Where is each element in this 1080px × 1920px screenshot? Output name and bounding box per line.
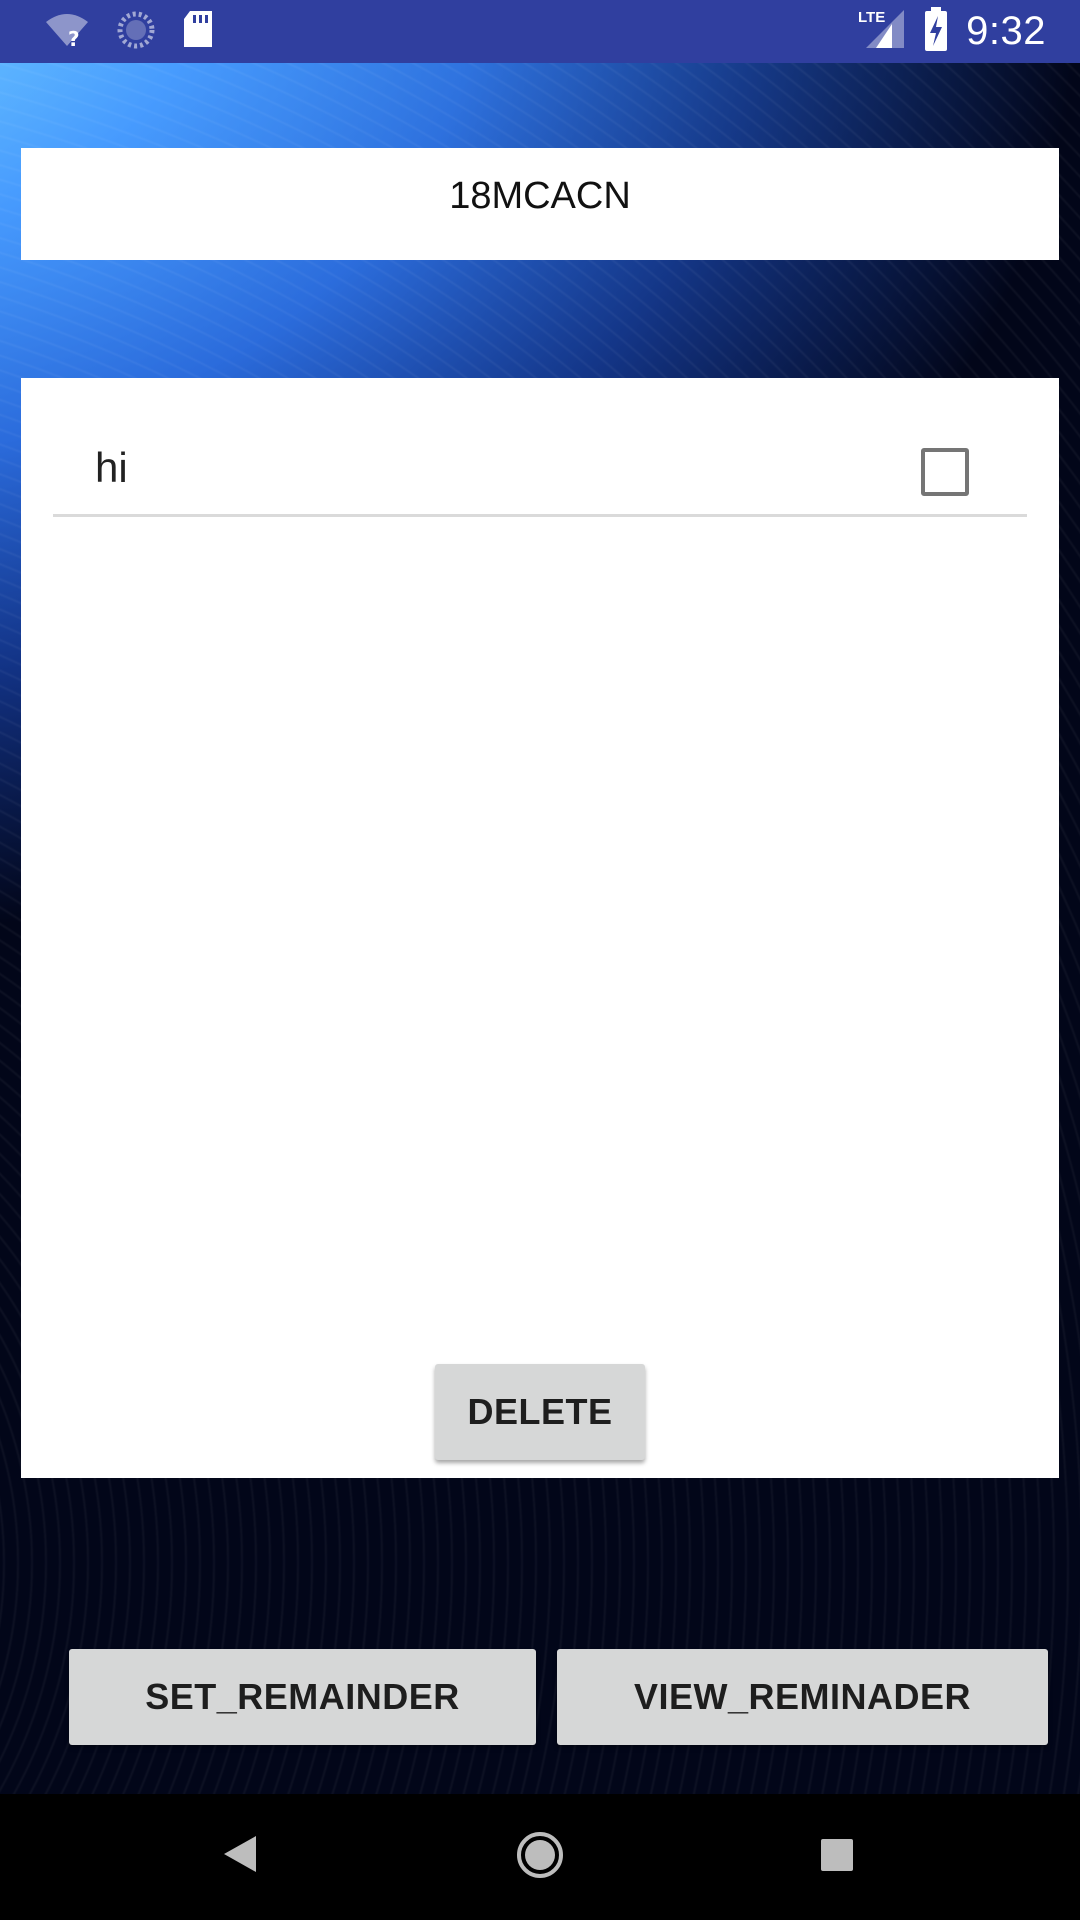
- set-reminder-button[interactable]: SET_REMAINDER: [69, 1649, 536, 1745]
- recents-icon[interactable]: [820, 1838, 854, 1876]
- wallpaper-background: 18MCACN hi DELETE SET_REMAINDER VIEW_REM…: [0, 63, 1080, 1794]
- sync-icon: [116, 10, 156, 54]
- lte-label: LTE: [858, 9, 885, 26]
- lte-signal-icon: LTE: [858, 8, 906, 54]
- battery-charging-icon: [924, 7, 948, 55]
- reminder-list-panel: hi DELETE: [21, 378, 1059, 1478]
- back-icon[interactable]: [222, 1834, 258, 1878]
- list-item-checkbox[interactable]: [921, 448, 969, 496]
- sd-card-icon: [182, 11, 214, 53]
- status-time: 9:32: [966, 8, 1046, 53]
- page-title: 18MCACN: [449, 174, 631, 217]
- view-reminder-button[interactable]: VIEW_REMINADER: [557, 1649, 1048, 1745]
- list-item[interactable]: hi: [53, 414, 1027, 517]
- wifi-question-icon: ?: [44, 12, 90, 52]
- list-item-label: hi: [95, 444, 128, 491]
- navigation-bar: [0, 1794, 1080, 1920]
- delete-button[interactable]: DELETE: [435, 1364, 645, 1460]
- svg-text:?: ?: [68, 27, 80, 48]
- status-left-icons: ?: [44, 10, 214, 54]
- status-bar: ? LTE 9:32: [0, 0, 1080, 63]
- title-box: 18MCACN: [21, 148, 1059, 260]
- home-icon[interactable]: [515, 1830, 565, 1884]
- status-right-icons: LTE 9:32: [858, 7, 1046, 55]
